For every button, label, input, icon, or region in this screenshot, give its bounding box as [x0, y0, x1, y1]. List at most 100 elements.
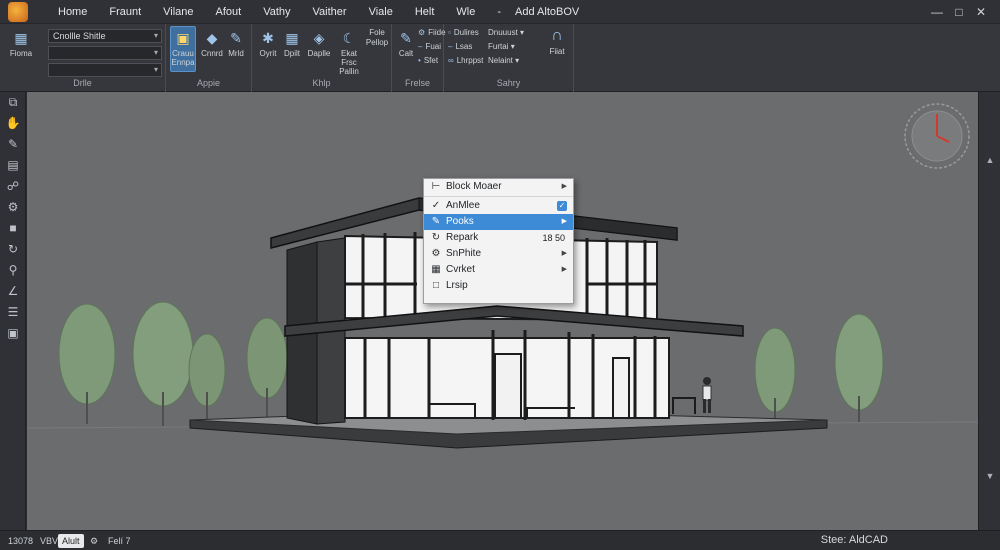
submenu-arrow-icon: ▶ — [561, 183, 567, 190]
maximize-button[interactable]: □ — [948, 3, 970, 21]
ekat-tool[interactable]: ☾ Ekat Frsc Pallin — [336, 30, 362, 76]
context-item-anmlee[interactable]: ✓ AnMlee ✓ — [424, 198, 573, 214]
box-icon: □ — [432, 280, 440, 291]
submenu-arrow-icon: ▶ — [561, 250, 567, 257]
create-tool[interactable]: ▣ Crauu Ennpa — [170, 26, 196, 72]
orbit-tool-icon[interactable]: ↻ — [0, 239, 26, 260]
cnnrd-tool[interactable]: ◆ Cnnrd — [200, 30, 224, 58]
lhrppst-item[interactable]: ∞ Lhrppst — [448, 56, 483, 65]
cad-application: Home Fraunt Vilane Afout Vathy Vaither V… — [0, 0, 1000, 550]
context-item-label: Repark — [446, 232, 479, 243]
menu-item-viale[interactable]: Viale — [369, 6, 393, 18]
left-toolbar: ⧉ ✋ ✎ ▤ ☍ ⚙ ■ ↻ ⚲ ∠ ☰ ▣ — [0, 92, 26, 530]
ribbon-group-label: Khlp — [312, 78, 331, 88]
fioma-tool[interactable]: ▦ Fioma — [6, 30, 36, 58]
menu-item-vathy[interactable]: Vathy — [263, 6, 290, 18]
furtai-item[interactable]: Furtai ▾ — [488, 42, 515, 51]
menu-item-fraunt[interactable]: Fraunt — [109, 6, 141, 18]
layers-tool-icon[interactable]: ☰ — [0, 302, 26, 323]
drawing-viewport[interactable]: ⊢ Block Moaer ▶ ✓ AnMlee ✓ ✎ Pooks ▶ ↻ R… — [27, 92, 978, 530]
zoom-tool-icon[interactable]: ⚲ — [0, 260, 26, 281]
sfet-item[interactable]: • Sfet — [418, 56, 438, 65]
ribbon-group-draw: ▦ Fioma Cnollle Shitle ▾ ▾ ▾ Drlle — [0, 24, 166, 92]
paint-tool-icon[interactable]: ✎ — [0, 134, 26, 155]
style-combo-value: Cnollle Shitle — [53, 31, 106, 41]
status-tab-alult[interactable]: Alult — [58, 534, 84, 548]
style-combo[interactable]: Cnollle Shitle ▾ — [48, 29, 162, 43]
lock-tool-icon[interactable]: ■ — [0, 218, 26, 239]
context-item-label: Block Moaer — [446, 181, 502, 192]
menu-item-vilane[interactable]: Vilane — [163, 6, 193, 18]
ribbon-group-label: Sahry — [496, 78, 521, 88]
fiide-item[interactable]: ⚙ Fiide — [418, 28, 446, 37]
menu-item-home[interactable]: Home — [58, 6, 87, 18]
status-settings-icon[interactable]: ⚙ — [86, 534, 102, 548]
context-item-block-moaer[interactable]: ⊢ Block Moaer ▶ — [424, 179, 573, 195]
diamond-icon: ◆ — [206, 30, 218, 46]
link-tool-icon[interactable]: ☍ — [0, 176, 26, 197]
lineweight-combo[interactable]: ▾ — [48, 63, 162, 77]
tree-right-1 — [754, 327, 796, 420]
lsas-item[interactable]: – Lsas — [448, 42, 472, 51]
fiiat-tool[interactable]: ∩ Fiiat — [544, 28, 570, 57]
book-tool-icon[interactable]: ▤ — [0, 155, 26, 176]
fole-tool[interactable]: Fole Pellop — [364, 28, 390, 48]
dulires-item[interactable]: ▫ Dulires — [448, 28, 479, 37]
fioma-tool-label: Fioma — [9, 49, 33, 58]
dulires-label: Dulires — [453, 28, 479, 37]
menu-item-afout[interactable]: Afout — [216, 6, 242, 18]
menu-bar: Home Fraunt Vilane Afout Vathy Vaither V… — [0, 0, 1000, 24]
lsas-label: Lsas — [455, 42, 473, 51]
tree-left-1 — [58, 303, 116, 424]
node-icon: • — [418, 56, 421, 65]
context-item-lrsip[interactable]: □ Lrsip — [424, 278, 573, 294]
menu-item-add-app[interactable]: Add AltoBOV — [515, 6, 579, 18]
scroll-down-arrow-icon[interactable]: ▼ — [979, 468, 1000, 484]
scroll-up-arrow-icon[interactable]: ▲ — [979, 152, 1000, 168]
context-item-repark[interactable]: ↻ Repark 18 50 — [424, 230, 573, 246]
status-text: Stee: AldCAD — [820, 534, 888, 546]
dnuuust-item[interactable]: Dnuuust ▾ — [488, 28, 524, 37]
lhrppst-label: Lhrppst — [456, 56, 484, 65]
wrench-icon: ✱ — [262, 30, 274, 46]
oyrit-tool-label: Oyrit — [259, 49, 277, 58]
context-item-cvrket[interactable]: ▦ Cvrket ▶ — [424, 262, 573, 278]
tool-icon[interactable]: ⚙ — [0, 197, 26, 218]
menu-item-helt[interactable]: Helt — [415, 6, 435, 18]
context-item-pooks[interactable]: ✎ Pooks ▶ — [424, 214, 573, 230]
ribbon-group-help: ✱ Oyrit ▦ Dpilt ◈ Daplle ☾ Ekat Frsc Pal… — [252, 24, 392, 92]
app-logo-icon[interactable] — [8, 1, 28, 22]
brush-icon: ✎ — [400, 30, 412, 46]
chevron-down-icon: ▾ — [520, 28, 525, 37]
calt-tool[interactable]: ✎ Calt — [395, 30, 417, 58]
menu-item-wle[interactable]: Wle — [456, 6, 475, 18]
daplle-tool[interactable]: ◈ Daplle — [306, 30, 332, 58]
create-tool-label: Crauu Ennpa — [171, 49, 195, 67]
status-tab-feli[interactable]: Felí 7 — [104, 534, 135, 548]
arrow-icon: ⊢ — [431, 181, 441, 192]
ribbon-group-apply: ▣ Crauu Ennpa ◆ Cnnrd ✎ Mrld Appie — [166, 24, 252, 92]
nelaint-item[interactable]: Nelaint ▾ — [488, 56, 519, 65]
context-item-snphite[interactable]: ⚙ SnPhite ▶ — [424, 246, 573, 262]
ribbon-group-label: Frelse — [404, 78, 430, 88]
block-icon: ▣ — [176, 30, 190, 46]
fuai-item[interactable]: – Fuai — [418, 42, 441, 51]
pan-tool-icon[interactable]: ✋ — [0, 113, 26, 134]
status-coords[interactable]: 13078 — [4, 534, 37, 548]
close-button[interactable]: ✕ — [970, 3, 992, 21]
mrld-tool[interactable]: ✎ Mrld — [224, 30, 248, 58]
oyrit-tool[interactable]: ✱ Oyrit — [256, 30, 280, 58]
menu-item-vaither[interactable]: Vaither — [313, 6, 347, 18]
dpilt-tool[interactable]: ▦ Dpilt — [280, 30, 304, 58]
context-menu: ⊢ Block Moaer ▶ ✓ AnMlee ✓ ✎ Pooks ▶ ↻ R… — [423, 178, 574, 304]
minimize-button[interactable]: — — [926, 3, 948, 21]
menu-separator: - — [497, 5, 502, 18]
measure-tool-icon[interactable]: ∠ — [0, 281, 26, 302]
checkbox-checked-icon[interactable]: ✓ — [557, 201, 567, 211]
copy-tool-icon[interactable]: ⧉ — [0, 92, 26, 113]
viewcube-compass[interactable] — [903, 102, 971, 170]
submenu-arrow-icon: ▶ — [561, 218, 567, 225]
linetype-combo[interactable]: ▾ — [48, 46, 162, 60]
block-tool-icon[interactable]: ▣ — [0, 323, 26, 344]
cnnrd-tool-label: Cnnrd — [201, 49, 223, 58]
